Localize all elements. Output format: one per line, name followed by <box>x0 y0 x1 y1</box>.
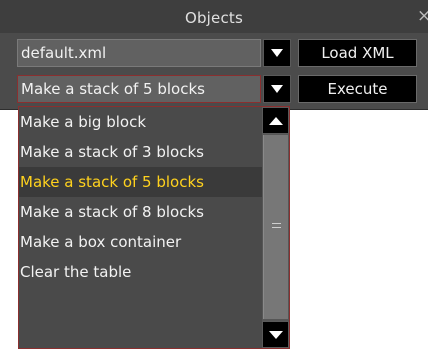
window-title: Objects <box>184 9 244 27</box>
list-item[interactable]: Make a stack of 3 blocks <box>19 137 262 167</box>
dropdown-options: Make a big block Make a stack of 3 block… <box>19 107 262 348</box>
list-item[interactable]: Make a stack of 8 blocks <box>19 197 262 227</box>
triangle-down-icon <box>271 49 283 57</box>
close-icon[interactable]: × <box>417 6 428 26</box>
triangle-down-icon <box>269 331 283 339</box>
scrollbar[interactable] <box>262 107 289 348</box>
list-item[interactable]: Make a big block <box>19 107 262 137</box>
load-xml-button[interactable]: Load XML <box>298 39 417 67</box>
action-dropdown-button[interactable] <box>263 75 291 103</box>
xml-file-select[interactable]: default.xml <box>17 39 261 67</box>
list-item[interactable]: Make a box container <box>19 227 262 257</box>
list-item[interactable]: Clear the table <box>19 257 262 287</box>
objects-panel: Objects × default.xml Load XML Make a st… <box>0 0 428 109</box>
scroll-down-button[interactable] <box>262 321 289 348</box>
triangle-down-icon <box>271 85 283 93</box>
title-bar[interactable]: Objects × <box>0 0 428 33</box>
action-select[interactable]: Make a stack of 5 blocks <box>17 75 261 103</box>
grip-icon <box>272 223 281 228</box>
scroll-thumb[interactable] <box>263 135 288 319</box>
triangle-up-icon <box>269 117 283 125</box>
file-dropdown-button[interactable] <box>263 39 291 67</box>
action-dropdown-list: Make a big block Make a stack of 3 block… <box>18 106 290 349</box>
scroll-up-button[interactable] <box>262 107 289 134</box>
list-item-selected[interactable]: Make a stack of 5 blocks <box>19 167 262 197</box>
execute-button[interactable]: Execute <box>298 75 417 103</box>
